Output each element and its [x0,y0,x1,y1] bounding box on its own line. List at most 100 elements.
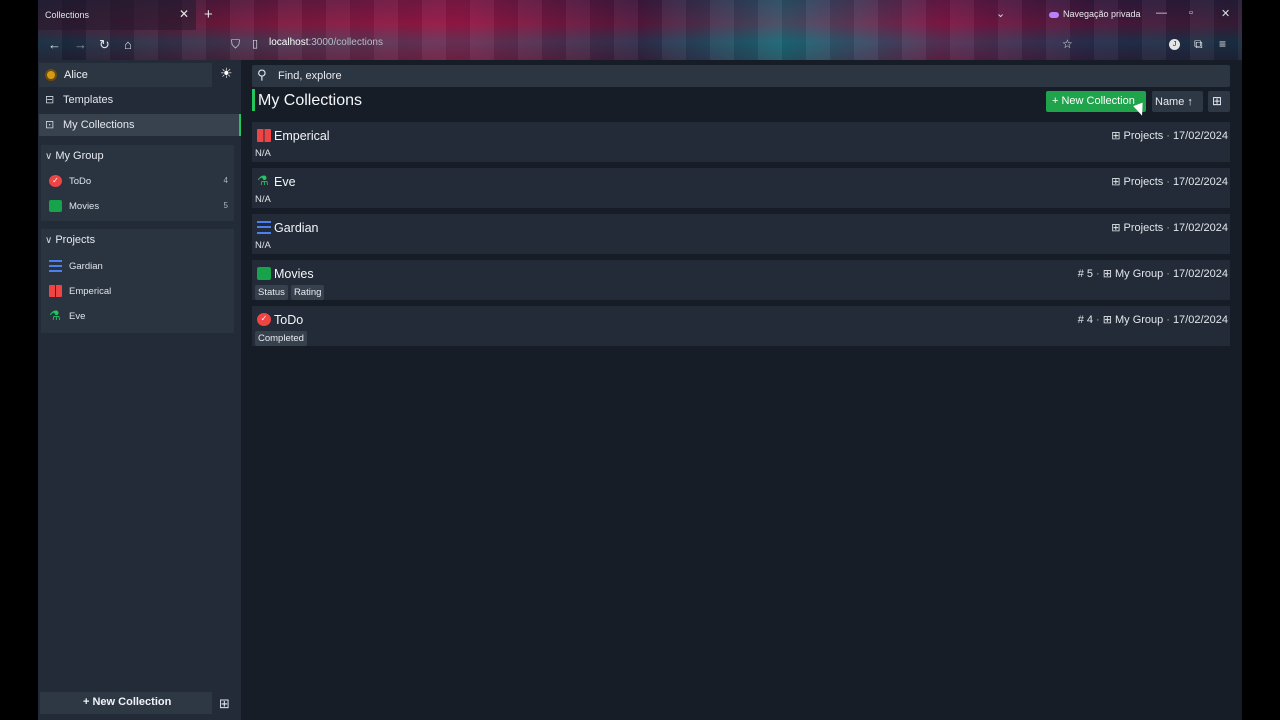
item-count: 4 [1086,314,1094,326]
account-avatar[interactable]: J [1169,39,1180,50]
address-bar[interactable]: localhost:3000/collections [269,37,383,48]
home-icon[interactable]: ⌂ [124,37,132,52]
search-icon: ⚲ [257,67,267,82]
collection-tags: Completed [255,330,310,346]
private-mask-icon [1049,11,1059,18]
tab-title: Collections [45,10,90,20]
menu-icon[interactable]: ≡ [1219,37,1226,51]
user-avatar [45,69,57,81]
sidebar-item-label: Eve [69,311,86,322]
templates-icon: ⊟ [45,94,55,106]
user-menu[interactable]: Alice [39,63,212,87]
sidebar-item-label: Gardian [69,261,103,272]
window-close-icon[interactable]: ✕ [1221,7,1230,20]
forward-icon[interactable]: → [74,37,87,52]
maximize-icon[interactable]: ▫ [1189,7,1193,19]
search-input[interactable]: ⚲ Find, explore [252,65,1230,87]
star-icon[interactable]: ☆ [1062,37,1073,51]
collection-group[interactable]: Projects [1124,222,1164,234]
sort-ascending-icon: ↑ [1187,96,1193,108]
collection-date: 17/02/2024 [1172,130,1228,142]
collection-row-movies[interactable]: Movies Status Rating # 5 · ⊞ My Group · 17/02… [252,260,1230,300]
shield-icon[interactable]: ⛉ [231,37,240,52]
sidebar-item-emperical[interactable]: Emperical [41,280,234,302]
page-icon[interactable]: ▯ [252,37,258,50]
collection-description: N/A [255,194,271,205]
add-grid-icon[interactable]: ⊞ [219,696,230,712]
collection-group[interactable]: My Group [1115,314,1163,326]
private-label: Navegação privada [1063,9,1141,19]
browser-tab[interactable]: Collections ✕ [38,0,196,30]
sidebar-item-label: My Collections [63,119,135,131]
collection-description: N/A [255,240,271,251]
collection-name: Emperical [274,129,330,143]
sidebar-item-gardian[interactable]: Gardian [41,255,234,277]
collection-meta: ⊞ Projects · 17/02/2024 [1111,222,1228,234]
sidebar-item-my-collections[interactable]: ⊡ My Collections [39,114,241,136]
sidebar-group-my-group: ∨ My Group ✓ ToDo 4 Movies 5 [41,145,234,221]
collection-group[interactable]: Projects [1124,130,1164,142]
sidebar-item-label: Emperical [69,286,112,297]
tab-list-chevron-icon[interactable]: ⌄ [996,7,1005,20]
sidebar-item-movies[interactable]: Movies 5 [41,195,234,217]
group-grid-icon: ⊞ [1102,314,1115,326]
sidebar-item-templates[interactable]: ⊟ Templates [39,89,241,111]
browser-window: Collections ✕ + ⌄ Navegação privada — ▫ … [38,0,1242,720]
sidebar-item-todo[interactable]: ✓ ToDo 4 [41,170,234,192]
back-icon[interactable]: ← [48,37,61,52]
new-tab-icon[interactable]: + [204,6,213,23]
item-count: 4 [223,176,228,185]
tag-badge: Completed [255,331,307,346]
group-grid-icon: ⊞ [1111,222,1124,234]
book-icon [257,129,271,142]
tab-close-icon[interactable]: ✕ [179,7,189,21]
book-icon [49,285,62,297]
group-header[interactable]: ∨ Projects [45,234,95,246]
collection-group[interactable]: Projects [1124,176,1164,188]
check-circle-icon: ✓ [257,313,271,326]
grid-view-button[interactable]: ⊞ [1208,91,1230,112]
theme-toggle-icon[interactable]: ☀ [220,65,233,82]
minimize-icon[interactable]: — [1156,7,1167,19]
video-icon [257,267,271,280]
collection-name: Gardian [274,221,319,235]
collection-meta: # 5 · ⊞ My Group · 17/02/2024 [1077,268,1228,280]
flask-icon: ⚗ [49,308,61,323]
sort-button[interactable]: Name ↑ [1152,91,1203,112]
collection-row-emperical[interactable]: Emperical N/A ⊞ Projects · 17/02/2024 [252,122,1230,162]
video-icon [49,200,62,212]
group-title: Projects [55,234,96,246]
group-title: My Group [55,150,104,162]
collection-meta: # 4 · ⊞ My Group · 17/02/2024 [1077,314,1228,326]
collection-date: 17/02/2024 [1172,222,1228,234]
sort-text: Name [1155,96,1185,108]
extensions-icon[interactable]: ⧉ [1194,37,1203,52]
sidebar-group-projects: ∨ Projects Gardian Emperical ⚗ Eve [41,229,234,333]
collection-date: 17/02/2024 [1172,268,1228,280]
item-count: 5 [223,201,228,210]
sliders-icon [49,260,62,272]
collection-name: Eve [274,175,296,189]
group-header[interactable]: ∨ My Group [45,150,104,162]
reload-icon[interactable]: ↻ [99,37,110,53]
new-collection-button[interactable]: + New Collection [1046,91,1146,112]
collection-group[interactable]: My Group [1115,268,1163,280]
search-placeholder: Find, explore [278,70,342,82]
collection-row-gardian[interactable]: Gardian N/A ⊞ Projects · 17/02/2024 [252,214,1230,254]
collection-row-eve[interactable]: ⚗ Eve N/A ⊞ Projects · 17/02/2024 [252,168,1230,208]
sidebar-item-eve[interactable]: ⚗ Eve [41,305,234,327]
collection-row-todo[interactable]: ✓ ToDo Completed # 4 · ⊞ My Group · 17/02/20… [252,306,1230,346]
check-circle-icon: ✓ [49,175,62,187]
sidebar-item-label: Templates [63,94,114,106]
main-content: ⚲ Find, explore My Collections + New Col… [241,60,1242,720]
collection-name: ToDo [274,313,304,327]
sort-label: Name ↑ [1155,96,1193,108]
sidebar-new-collection-button[interactable]: + New Collection [40,692,212,714]
page-title: My Collections [258,92,363,109]
sidebar: Alice ☀ ⊟ Templates ⊡ My Collections ∨ My… [38,60,241,720]
url-path: :3000/collections [308,37,383,48]
chevron-down-icon: ∨ [45,151,53,162]
collection-date: 17/02/2024 [1172,176,1228,188]
collection-description: N/A [255,148,271,159]
url-host: localhost [269,37,309,48]
